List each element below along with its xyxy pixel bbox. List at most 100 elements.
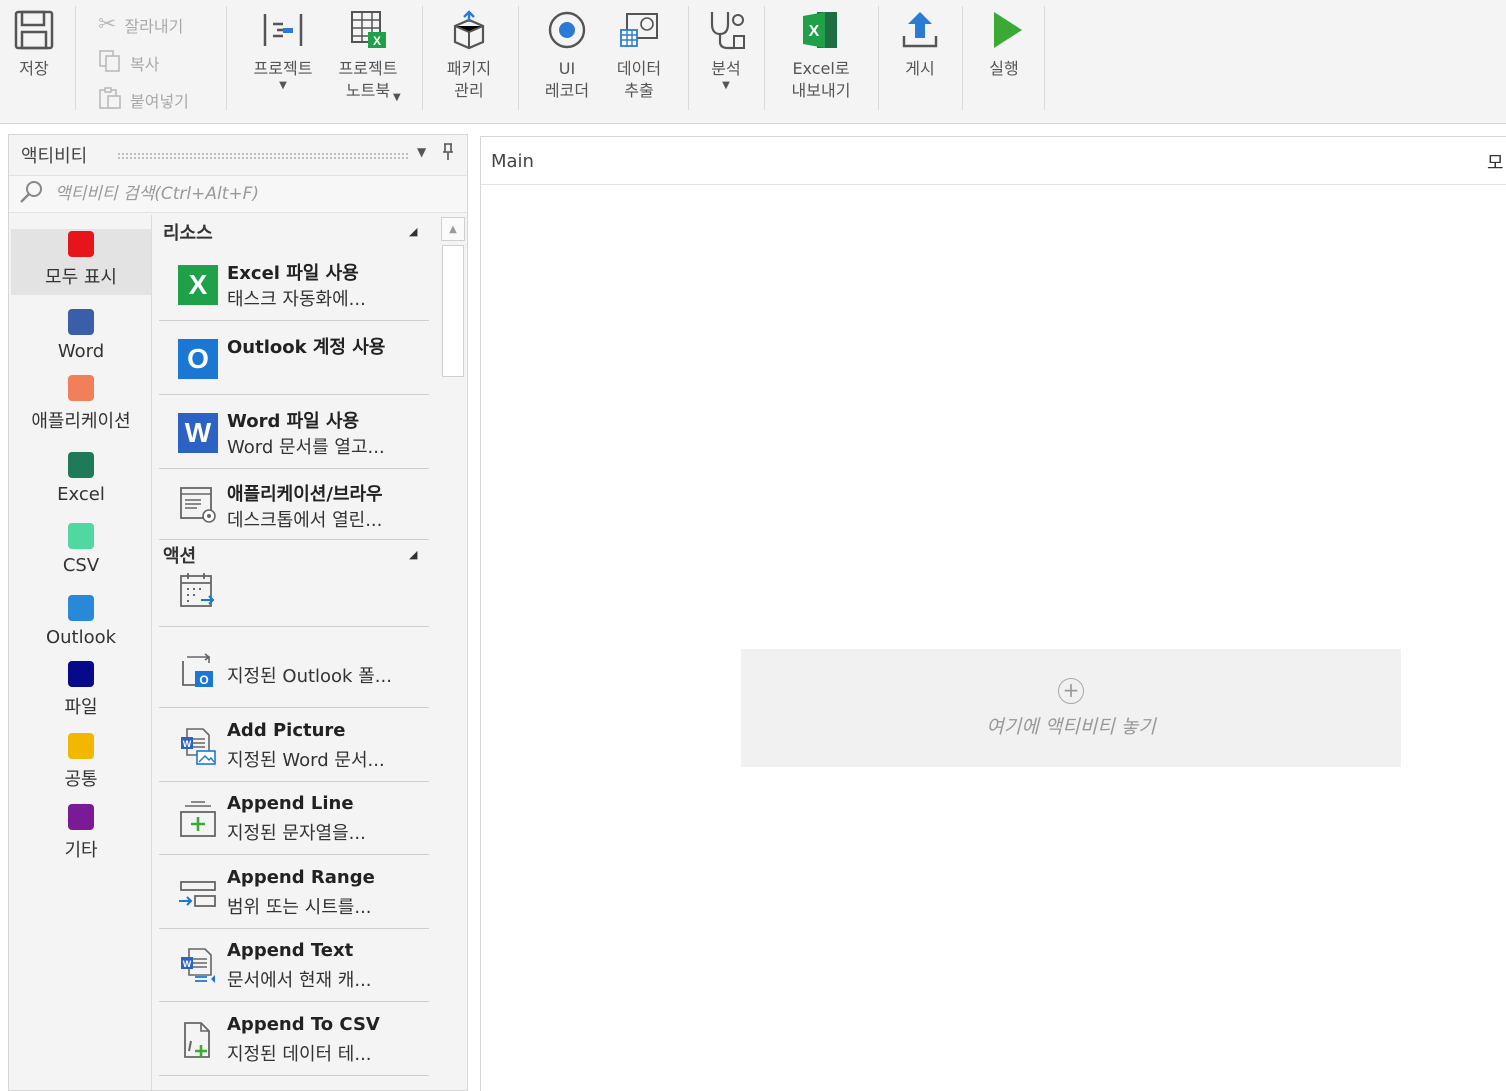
category-color-swatch xyxy=(68,309,94,335)
activity-item[interactable]: W Add Picture 지정된 Word 문서... xyxy=(159,710,429,782)
activity-item[interactable]: W Append Text 문서에서 현재 캐... xyxy=(159,930,429,1002)
tab-main[interactable]: Main xyxy=(491,151,534,172)
package-manage-label: 패키지 관리 xyxy=(446,59,492,100)
stethoscope-icon xyxy=(704,8,748,52)
chevron-down-icon[interactable]: ▼ xyxy=(417,145,426,159)
activity-description: 지정된 Outlook 폴... xyxy=(227,666,392,687)
category-label: Excel xyxy=(57,484,105,505)
category-item[interactable]: Outlook xyxy=(11,588,151,654)
run-label: 실행 xyxy=(989,59,1019,78)
copy-button[interactable]: 복사 xyxy=(98,49,159,77)
category-label: 모두 표시 xyxy=(45,267,117,288)
save-button[interactable]: 저장 xyxy=(10,8,58,80)
category-color-swatch xyxy=(68,375,94,401)
category-list: 모두 표시 Word 애플리케이션 Excel CSV Outlook 파일공통 기타 xyxy=(11,215,151,1090)
export-excel-label: Excel로 내보내기 xyxy=(791,59,851,100)
copy-label: 복사 xyxy=(130,55,160,74)
category-label: 파일 xyxy=(64,697,98,718)
activity-title: 애플리케이션/브라우 xyxy=(227,484,383,505)
category-item[interactable]: 공통 xyxy=(11,731,151,797)
activity-list: 리소스 ◢ 액션 ◢ X Excel 파일 사용 태스크 자동화에... O Outlo… xyxy=(159,215,439,1090)
activity-item[interactable]: O 지정된 Outlook 폴... xyxy=(159,636,429,708)
activity-description: Word 문서를 열고... xyxy=(227,437,385,458)
activity-item[interactable]: W Word 파일 사용 Word 문서를 열고... xyxy=(159,397,429,469)
activity-title: Append Text xyxy=(227,940,354,961)
project-notebook-label: 프로젝트 노트북 xyxy=(338,59,398,100)
panel-header: 액티비티 ▼ xyxy=(9,135,467,175)
upload-icon xyxy=(898,8,942,52)
panel-title: 액티비티 xyxy=(21,146,88,167)
paste-button[interactable]: 붙여넣기 xyxy=(98,86,189,114)
activity-title: Excel 파일 사용 xyxy=(227,263,359,284)
activity-list-scrollbar[interactable]: ▲ xyxy=(441,217,465,1090)
export-excel-button[interactable]: X Excel로 내보내기 xyxy=(778,8,864,102)
append-line-icon xyxy=(177,798,219,840)
activity-description: 지정된 문자열을... xyxy=(227,823,366,844)
project-label: 프로젝트 xyxy=(253,59,313,78)
category-color-swatch xyxy=(68,661,94,687)
activity-item[interactable]: X Excel 파일 사용 태스크 자동화에... xyxy=(159,249,429,321)
activity-item[interactable]: Append Range 범위 또는 시트를... xyxy=(159,857,429,929)
category-item[interactable]: 파일 xyxy=(11,659,151,725)
data-extract-button[interactable]: 데이터 추출 xyxy=(604,8,674,102)
tab-cut[interactable]: 모 xyxy=(1487,149,1504,175)
category-label: Word xyxy=(57,341,105,362)
chevron-down-icon: ▼ xyxy=(393,92,401,103)
activity-item[interactable]: O Outlook 계정 사용 xyxy=(159,323,429,395)
section-resources[interactable]: 리소스 ◢ xyxy=(163,219,433,247)
category-item[interactable]: Excel xyxy=(11,445,151,511)
add-circle-icon: + xyxy=(1058,677,1084,704)
append-range-icon xyxy=(177,872,219,914)
excel-notebook-icon: X xyxy=(346,8,390,52)
chevron-down-icon: ▼ xyxy=(279,80,287,91)
category-color-swatch xyxy=(68,733,94,759)
category-label: Outlook xyxy=(45,627,117,648)
scroll-up-icon[interactable]: ▲ xyxy=(441,217,465,241)
publish-button[interactable]: 게시 xyxy=(890,8,950,80)
activity-title: Append To CSV xyxy=(227,1014,380,1035)
data-extract-label: 데이터 추출 xyxy=(616,59,662,100)
analyze-label: 분석 xyxy=(711,59,741,78)
section-resources-label: 리소스 xyxy=(163,223,213,244)
project-notebook-button[interactable]: X 프로젝트 노트북 xyxy=(328,8,408,100)
category-item[interactable]: CSV xyxy=(11,516,151,582)
search-icon xyxy=(19,180,45,208)
excel-tile-icon: X xyxy=(177,264,219,306)
cut-button[interactable]: ✂ 잘라내기 xyxy=(98,12,183,37)
run-button[interactable]: 실행 xyxy=(974,8,1034,80)
workflow-designer: Main 모 + 여기에 액티비티 놓기 xyxy=(480,136,1506,1091)
save-label: 저장 xyxy=(19,59,49,78)
category-label: 애플리케이션 xyxy=(31,411,131,432)
svg-text:W: W xyxy=(183,959,192,969)
activity-item[interactable] xyxy=(159,555,429,627)
panel-drag-handle[interactable] xyxy=(117,152,409,160)
search-input[interactable] xyxy=(55,184,455,204)
outlook-tile-icon: O xyxy=(177,338,219,380)
scrollbar-thumb[interactable] xyxy=(442,245,464,377)
category-color-swatch xyxy=(68,804,94,830)
activity-search xyxy=(9,175,467,213)
category-item[interactable]: Word xyxy=(11,302,151,368)
ribbon-toolbar: 저장 ✂ 잘라내기 복사 붙여넣기 프로젝트 ▼ X 프로젝트 노트북 ▼ 패키… xyxy=(0,0,1506,124)
app-browser-icon xyxy=(177,484,219,526)
pin-icon[interactable] xyxy=(441,143,455,165)
analyze-button[interactable]: 분석 ▼ xyxy=(698,8,754,92)
activity-description: 데스크톱에서 열린... xyxy=(227,510,383,531)
activity-description: 범위 또는 시트를... xyxy=(227,897,372,918)
activities-panel: 액티비티 ▼ 모두 표시 Word 애플리케이션 Excel CSV Outlook 파일공… xyxy=(8,134,468,1091)
category-item[interactable]: 애플리케이션 xyxy=(11,373,151,439)
activity-item[interactable]: Append To CSV 지정된 데이터 테... xyxy=(159,1004,429,1076)
svg-text:O: O xyxy=(199,673,208,687)
ui-recorder-button[interactable]: UI 레코더 xyxy=(534,8,600,102)
collapse-triangle-icon[interactable]: ◢ xyxy=(409,225,417,238)
package-manage-button[interactable]: 패키지 관리 xyxy=(436,8,502,102)
project-button[interactable]: 프로젝트 ▼ xyxy=(244,8,322,92)
category-item[interactable]: 모두 표시 xyxy=(11,229,151,295)
project-icon xyxy=(261,8,305,52)
category-label: CSV xyxy=(62,555,100,576)
category-color-swatch xyxy=(68,523,94,549)
activity-item[interactable]: Append Line 지정된 문자열을... xyxy=(159,783,429,855)
activity-drop-zone[interactable]: + 여기에 액티비티 놓기 xyxy=(741,649,1401,767)
category-item[interactable]: 기타 xyxy=(11,802,151,868)
activity-item[interactable]: 애플리케이션/브라우데스크톱에서 열린... xyxy=(159,470,429,540)
